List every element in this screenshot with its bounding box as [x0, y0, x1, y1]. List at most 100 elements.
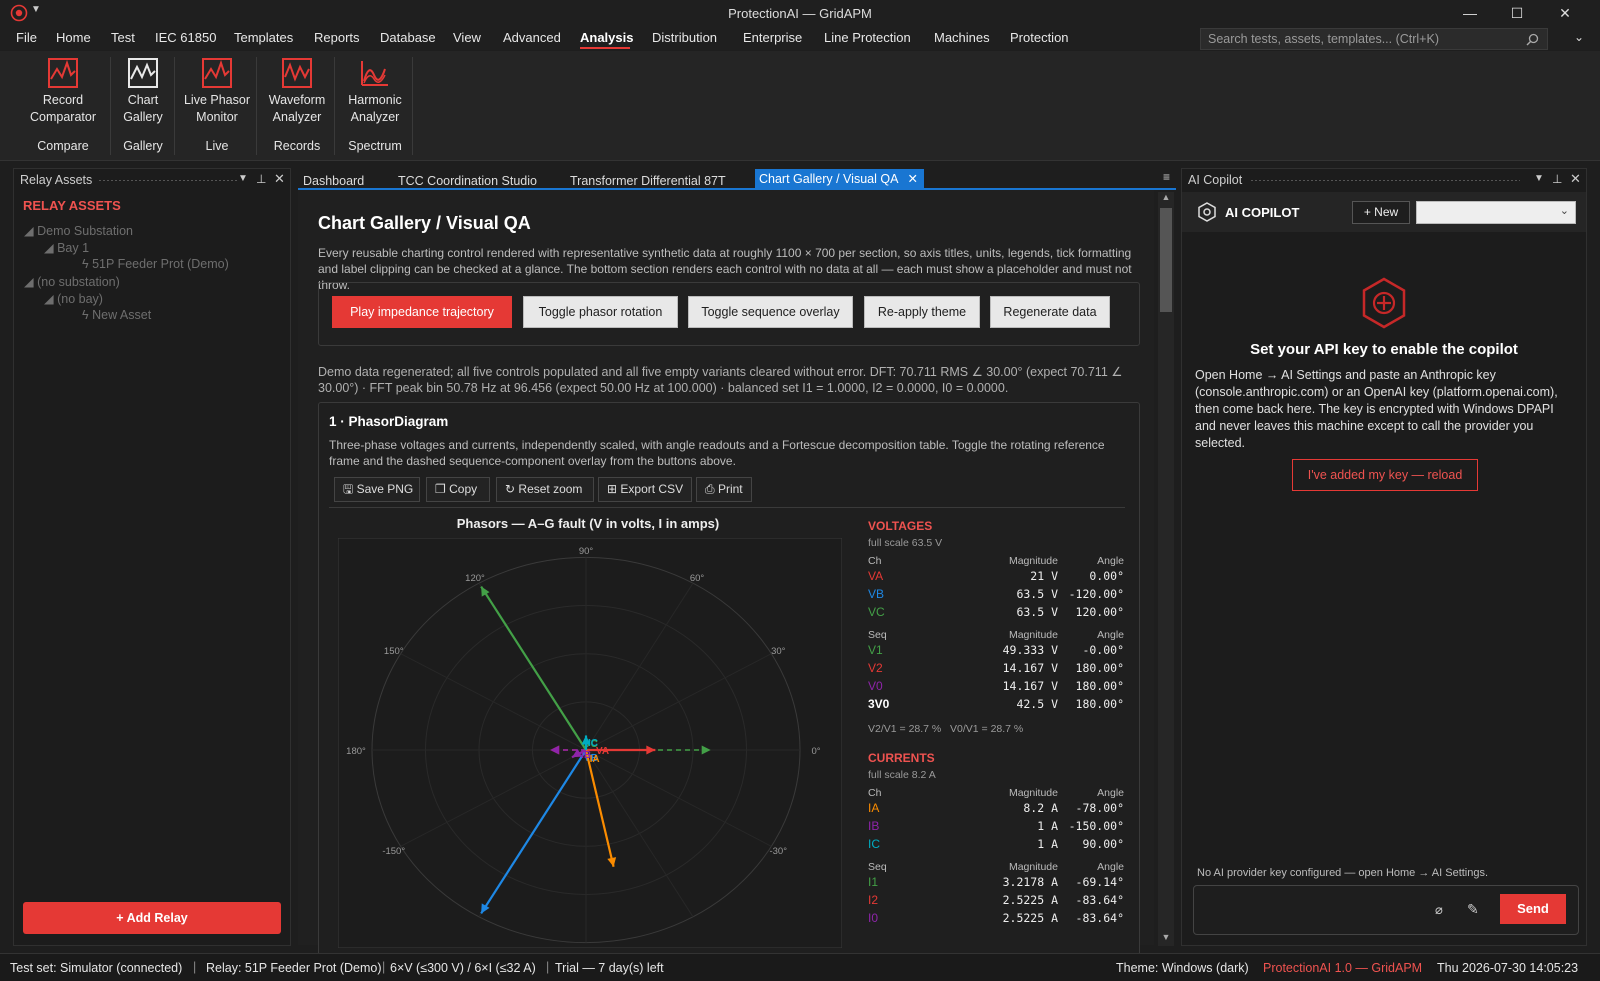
harmonic-analyzer-icon: [361, 61, 388, 86]
toggle-phasor-rotation-button[interactable]: Toggle phasor rotation: [523, 296, 678, 328]
copilot-brand: AI COPILOT: [1225, 205, 1300, 220]
panel-menu-icon[interactable]: ▼: [238, 173, 248, 184]
reload-button[interactable]: I've added my key — reload: [1292, 459, 1478, 491]
menu-database[interactable]: Database: [380, 30, 436, 45]
angle-tick-label: -30°: [769, 846, 787, 857]
play-impedance-trajectory-button[interactable]: Play impedance trajectory: [332, 296, 512, 328]
provider-select[interactable]: ⌄: [1416, 201, 1576, 224]
new-chat-button[interactable]: + New: [1352, 201, 1410, 224]
record-comparator-button[interactable]: Record Comparator: [20, 57, 106, 131]
export-csv-button[interactable]: ⊞ Export CSV: [598, 477, 692, 502]
ribbon: Record Comparator Chart Gallery Live Phaso…: [0, 51, 1600, 161]
currents-row: I2 2.5225 A -83.64°: [868, 893, 1124, 907]
ribbon-separator: [174, 57, 175, 155]
search-input[interactable]: Search tests, assets, templates... (Ctrl…: [1200, 28, 1548, 50]
angle-tick-label: 30°: [771, 646, 786, 657]
relay-assets-heading: RELAY ASSETS: [23, 198, 121, 213]
currents-row: I0 2.5225 A -83.64°: [868, 911, 1124, 925]
tab-transformer-differential[interactable]: Transformer Differential 87T: [570, 174, 726, 188]
chart-gallery-button[interactable]: Chart Gallery: [116, 57, 170, 131]
send-button[interactable]: Send: [1500, 894, 1566, 924]
pin-icon[interactable]: ⊥: [256, 172, 266, 186]
scroll-up-icon[interactable]: ▲: [1158, 192, 1174, 202]
menu-machines[interactable]: Machines: [934, 30, 990, 45]
tree-node-bay[interactable]: ◢ Bay 1: [44, 240, 89, 255]
relay-assets-title: Relay Assets: [20, 173, 93, 187]
pin-icon[interactable]: ⊥: [1552, 172, 1562, 186]
voltages-heading: VOLTAGES: [868, 519, 933, 533]
voltages-full-scale: full scale 63.5 V: [868, 537, 943, 549]
scrollbar[interactable]: ▲ ▼: [1158, 192, 1174, 946]
close-panel-icon[interactable]: ✕: [274, 171, 285, 187]
phasor-label: IB: [581, 750, 591, 761]
angle-tick-label: 60°: [690, 573, 705, 584]
tab-tcc-coordination[interactable]: TCC Coordination Studio: [398, 174, 537, 188]
voltages-row: V0 14.167 V 180.00°: [868, 679, 1124, 693]
add-relay-button[interactable]: + Add Relay: [23, 902, 281, 934]
maximize-button[interactable]: ☐: [1494, 2, 1540, 24]
menu-enterprise[interactable]: Enterprise: [743, 30, 802, 45]
phasor-chart[interactable]: 90°60°30°0°-30°-150°180°150°120°VAVBVCIA…: [338, 538, 842, 948]
reset-icon: ↻: [505, 482, 516, 496]
tab-chart-gallery[interactable]: Chart Gallery / Visual QA ✕: [755, 169, 924, 189]
tree-node-new-asset[interactable]: ϟ New Asset: [82, 308, 151, 322]
page-title: Chart Gallery / Visual QA: [318, 213, 531, 233]
tree-node-substation[interactable]: ◢ Demo Substation: [24, 223, 133, 238]
tree-node-relay[interactable]: ϟ 51P Feeder Prot (Demo): [82, 257, 229, 271]
status-theme: Theme: Windows (dark): [1116, 961, 1249, 975]
tab-overflow-icon[interactable]: ≡: [1163, 170, 1170, 184]
tree-node-no-substation[interactable]: ◢ (no substation): [24, 274, 120, 289]
live-phasor-monitor-button[interactable]: Live Phasor Monitor: [180, 57, 254, 131]
chevron-down-icon: ⌄: [1559, 205, 1569, 217]
scroll-down-icon[interactable]: ▼: [1158, 932, 1174, 942]
menu-home[interactable]: Home: [56, 30, 91, 45]
copilot-hexagon-icon: [1362, 277, 1406, 329]
menu-protection[interactable]: Protection: [1010, 30, 1069, 45]
close-panel-icon[interactable]: ✕: [1570, 171, 1581, 187]
toggle-sequence-overlay-button[interactable]: Toggle sequence overlay: [688, 296, 853, 328]
scrollbar-thumb[interactable]: [1160, 208, 1172, 312]
status-bar: Test set: Simulator (connected) | Relay:…: [0, 953, 1600, 981]
save-png-button[interactable]: 🖫 Save PNG: [334, 477, 420, 502]
menu-reports[interactable]: Reports: [314, 30, 360, 45]
harmonic-analyzer-button[interactable]: Harmonic Analyzer: [340, 57, 410, 131]
menu-test[interactable]: Test: [111, 30, 135, 45]
toolbar-divider: [329, 507, 1125, 508]
ai-copilot-header: AI Copilot ▼ ⊥ ✕: [1182, 169, 1586, 191]
menu-view[interactable]: View: [453, 30, 481, 45]
phasor-label: IA: [590, 754, 600, 765]
reset-zoom-button[interactable]: ↻ Reset zoom: [496, 477, 594, 502]
copilot-logo-icon: [1198, 202, 1216, 222]
microphone-icon[interactable]: ✎: [1467, 901, 1479, 918]
menu-analysis[interactable]: Analysis: [580, 30, 633, 45]
close-window-button[interactable]: ✕: [1542, 2, 1588, 24]
status-testset: Test set: Simulator (connected): [10, 961, 183, 975]
record-comparator-icon: [48, 58, 78, 88]
menu-distribution[interactable]: Distribution: [652, 30, 717, 45]
relay-bolt-icon: ϟ: [82, 308, 89, 322]
menu-iec-61850[interactable]: IEC 61850: [155, 30, 216, 45]
panel-menu-icon[interactable]: ▼: [1534, 173, 1544, 184]
menu-templates[interactable]: Templates: [234, 30, 293, 45]
copy-button[interactable]: ❐ Copy: [426, 477, 490, 502]
ribbon-collapse-icon[interactable]: ⌄: [1574, 30, 1584, 44]
api-key-heading: Set your API key to enable the copilot: [1250, 341, 1518, 358]
currents-row: I1 3.2178 A -69.14°: [868, 875, 1124, 889]
tab-dashboard[interactable]: Dashboard: [303, 174, 364, 188]
menu-line-protection[interactable]: Line Protection: [824, 30, 911, 45]
ribbon-separator: [256, 57, 257, 155]
close-tab-icon[interactable]: ✕: [908, 171, 918, 186]
search-icon: [1526, 33, 1539, 46]
angle-tick-label: 120°: [465, 573, 485, 584]
tree-node-no-bay[interactable]: ◢ (no bay): [44, 291, 103, 306]
waveform-analyzer-icon: [282, 58, 312, 88]
voltages-row: VA 21 V 0.00°: [868, 569, 1124, 583]
waveform-analyzer-button[interactable]: Waveform Analyzer: [262, 57, 332, 131]
regenerate-data-button[interactable]: Regenerate data: [990, 296, 1110, 328]
reapply-theme-button[interactable]: Re-apply theme: [864, 296, 980, 328]
menu-file[interactable]: File: [16, 30, 37, 45]
print-button[interactable]: ⎙ Print: [696, 477, 752, 502]
minimize-button[interactable]: —: [1447, 2, 1493, 24]
attach-icon[interactable]: ⌀: [1435, 902, 1443, 918]
menu-advanced[interactable]: Advanced: [503, 30, 561, 45]
